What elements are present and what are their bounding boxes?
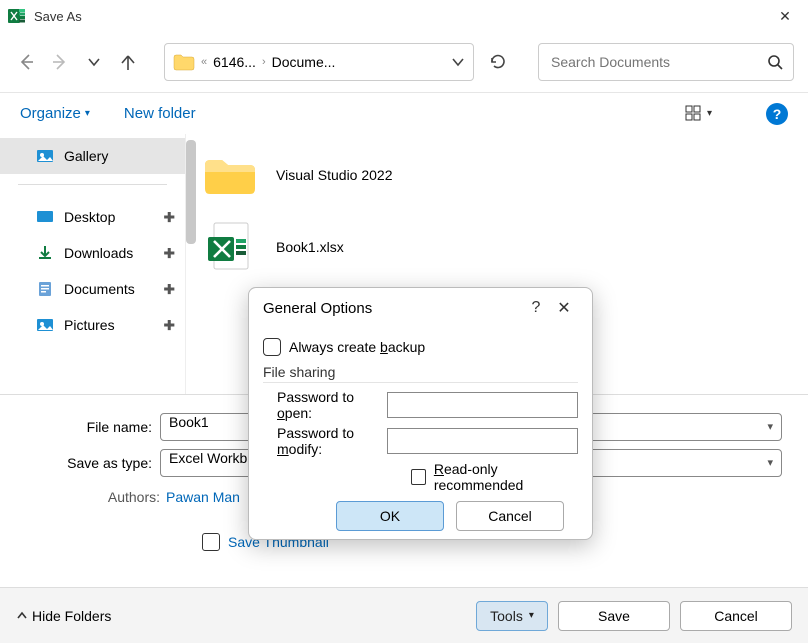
file-name: Book1.xlsx xyxy=(276,239,344,255)
close-window-icon[interactable]: ✕ xyxy=(762,0,808,32)
save-button[interactable]: Save xyxy=(558,601,670,631)
save-thumbnail-checkbox[interactable] xyxy=(202,533,220,551)
authors-label: Authors: xyxy=(80,489,160,505)
sidebar-label: Documents xyxy=(64,281,135,297)
chevron-down-icon[interactable] xyxy=(451,55,465,69)
password-modify-label: Password to modify: xyxy=(263,425,387,457)
forward-button[interactable] xyxy=(48,50,72,74)
nav-row: « 6146... › Docume... xyxy=(0,32,808,92)
excel-app-icon xyxy=(8,7,26,25)
password-open-label: Password to open: xyxy=(263,389,387,421)
sidebar-item-gallery[interactable]: Gallery xyxy=(0,138,185,174)
window-title: Save As xyxy=(34,9,762,24)
search-input[interactable] xyxy=(549,53,767,71)
pin-icon: ✖ xyxy=(159,315,179,335)
sidebar-item-pictures[interactable]: Pictures ✖ xyxy=(0,307,185,343)
chevron-down-icon[interactable]: ▾ xyxy=(767,420,773,433)
always-backup-label[interactable]: Always create backup xyxy=(289,339,425,355)
caret-down-icon: ▾ xyxy=(707,108,712,119)
breadcrumb-part2[interactable]: Docume... xyxy=(272,54,336,70)
sidebar-label: Downloads xyxy=(64,245,133,261)
sidebar-item-downloads[interactable]: Downloads ✖ xyxy=(0,235,185,271)
dialog-close-icon[interactable]: ✕ xyxy=(550,298,578,318)
sidebar: Gallery Desktop ✖ Downloads ✖ Documents … xyxy=(0,134,186,394)
hide-folders-button[interactable]: Hide Folders xyxy=(16,608,111,624)
file-item-xlsx[interactable]: Book1.xlsx xyxy=(202,218,792,276)
breadcrumb-sep-icon: « xyxy=(201,56,207,68)
file-item-folder[interactable]: Visual Studio 2022 xyxy=(202,146,792,204)
sidebar-label: Desktop xyxy=(64,209,115,225)
breadcrumb[interactable]: « 6146... › Docume... xyxy=(164,43,474,81)
filename-label: File name: xyxy=(10,419,160,435)
excel-file-icon xyxy=(202,225,258,269)
organize-menu[interactable]: Organize ▾ xyxy=(20,105,90,122)
sidebar-item-desktop[interactable]: Desktop ✖ xyxy=(0,199,185,235)
sidebar-label: Pictures xyxy=(64,317,115,333)
sidebar-separator xyxy=(18,184,167,185)
search-icon[interactable] xyxy=(767,54,783,70)
caret-down-icon: ▾ xyxy=(529,610,534,621)
new-folder-button[interactable]: New folder xyxy=(124,105,196,122)
gallery-icon xyxy=(36,147,54,165)
view-options-button[interactable]: ▾ xyxy=(685,105,712,123)
sidebar-scrollbar[interactable] xyxy=(186,140,196,244)
folder-icon xyxy=(202,153,258,197)
dialog-cancel-button[interactable]: Cancel xyxy=(456,501,564,531)
caret-down-icon: ▾ xyxy=(85,108,90,119)
footer: Hide Folders Tools ▾ Save Cancel xyxy=(0,587,808,643)
always-backup-checkbox[interactable] xyxy=(263,338,281,356)
chevron-down-icon[interactable]: ▾ xyxy=(767,456,773,469)
pin-icon: ✖ xyxy=(159,207,179,227)
password-modify-input[interactable] xyxy=(387,428,578,454)
recent-locations-icon[interactable] xyxy=(82,50,106,74)
savetype-label: Save as type: xyxy=(10,455,160,471)
desktop-icon xyxy=(36,208,54,226)
hide-folders-label: Hide Folders xyxy=(32,608,111,624)
pin-icon: ✖ xyxy=(159,279,179,299)
breadcrumb-part1[interactable]: 6146... xyxy=(213,54,256,70)
file-sharing-group: File sharing xyxy=(263,364,578,383)
folder-icon xyxy=(173,51,195,73)
organize-label: Organize xyxy=(20,105,81,122)
pin-icon: ✖ xyxy=(159,243,179,263)
dialog-help-icon[interactable]: ? xyxy=(522,299,550,317)
chevron-up-icon xyxy=(16,610,28,622)
toolbar: Organize ▾ New folder ▾ ? xyxy=(0,92,808,134)
up-button[interactable] xyxy=(116,50,140,74)
tools-menu[interactable]: Tools ▾ xyxy=(476,601,548,631)
dialog-ok-button[interactable]: OK xyxy=(336,501,444,531)
sidebar-label: Gallery xyxy=(64,148,108,164)
chevron-right-icon: › xyxy=(262,56,266,68)
help-icon[interactable]: ? xyxy=(766,103,788,125)
authors-value[interactable]: Pawan Man xyxy=(166,489,240,505)
tools-label: Tools xyxy=(490,608,523,624)
filename-value: Book1 xyxy=(169,414,209,430)
general-options-dialog: General Options ? ✕ Always create backup… xyxy=(248,287,593,540)
readonly-checkbox[interactable] xyxy=(411,469,426,485)
cancel-button[interactable]: Cancel xyxy=(680,601,792,631)
file-name: Visual Studio 2022 xyxy=(276,167,393,183)
readonly-label[interactable]: Read-only recommended xyxy=(434,461,578,493)
sidebar-item-documents[interactable]: Documents ✖ xyxy=(0,271,185,307)
titlebar: Save As ✕ xyxy=(0,0,808,32)
dialog-title: General Options xyxy=(263,300,372,317)
downloads-icon xyxy=(36,244,54,262)
documents-icon xyxy=(36,280,54,298)
pictures-icon xyxy=(36,316,54,334)
back-button[interactable] xyxy=(14,50,38,74)
refresh-icon[interactable] xyxy=(486,50,510,74)
search-box[interactable] xyxy=(538,43,794,81)
password-open-input[interactable] xyxy=(387,392,578,418)
